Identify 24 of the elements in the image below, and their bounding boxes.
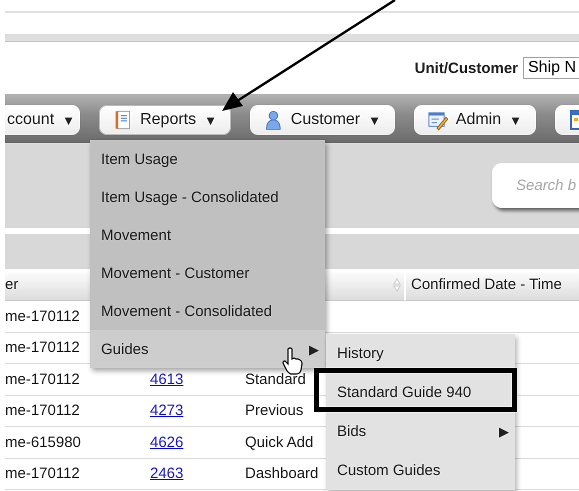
search-field[interactable]: Search b [492, 163, 579, 208]
hand-cursor-icon [282, 347, 304, 375]
notebook-icon [113, 108, 132, 132]
menu-item[interactable]: Movement [90, 216, 325, 254]
unit-customer-label: Unit/Customer [414, 60, 518, 76]
column-label: er [5, 276, 18, 293]
menu-item[interactable]: Movement - Customer [90, 254, 325, 292]
table-cell: me-170112 [5, 458, 145, 490]
order-link[interactable]: 4626 [150, 434, 184, 451]
table-cell: me-170112 [5, 396, 145, 427]
order-link[interactable]: 4273 [150, 402, 184, 420]
menu-item[interactable]: Guides ▶ [90, 330, 325, 368]
menu-button[interactable]: ccount ▼ [5, 105, 80, 135]
menu-button[interactable]: Customer ▼ [250, 105, 395, 135]
order-link[interactable]: 4613 [150, 370, 184, 388]
menu-button[interactable]: Admin ▼ [414, 105, 536, 135]
menu-item[interactable]: Item Usage [90, 140, 325, 178]
order-link[interactable]: 2463 [150, 465, 184, 482]
unit-customer-field[interactable]: Ship N [523, 57, 579, 79]
table-cell: me-615980 [5, 427, 145, 458]
person-icon [264, 108, 283, 132]
menu-button[interactable]: Reports ▼ [99, 105, 231, 135]
menu-item[interactable]: Item Usage - Consolidated [90, 178, 325, 216]
column-label: Confirmed Date - Time [411, 276, 562, 293]
